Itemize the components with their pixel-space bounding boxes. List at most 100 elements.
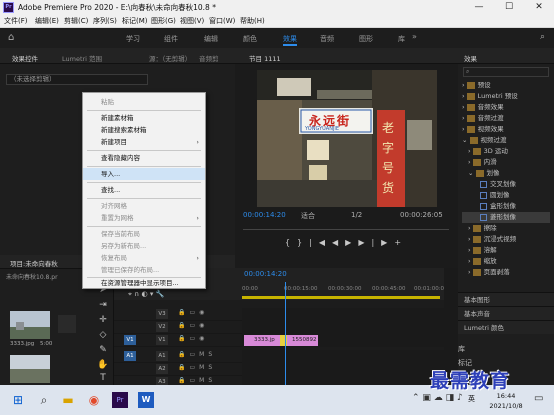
go-to-in-button[interactable]: |◀ xyxy=(309,238,332,247)
hand-tool-icon[interactable]: ✋ xyxy=(96,359,110,371)
effects-item[interactable]: › 3D 运动 xyxy=(462,146,550,157)
tab-audio-clip-mixer[interactable]: 音频剪 xyxy=(199,53,219,63)
effects-item[interactable]: › 音频过渡 xyxy=(462,113,550,124)
workspace-effects[interactable]: 效果 xyxy=(283,34,297,46)
tab-lumetri-scopes[interactable]: Lumetri 范围 xyxy=(62,53,102,63)
step-forward-button[interactable]: ▶ xyxy=(381,238,394,247)
menu-help[interactable]: 帮助(H) xyxy=(240,16,265,26)
effects-item[interactable]: › Lumetri 预设 xyxy=(462,91,550,102)
effects-item[interactable]: › 内滑 xyxy=(462,157,550,168)
work-area-bar[interactable] xyxy=(242,296,440,299)
menu-item-find[interactable]: 查找... xyxy=(83,184,205,196)
menu-sequence[interactable]: 序列(S) xyxy=(93,16,117,26)
track-label[interactable]: A2 xyxy=(156,364,168,374)
track-lane[interactable] xyxy=(242,308,444,321)
resolution-dropdown[interactable]: 1/2 xyxy=(351,211,362,219)
workspace-learn[interactable]: 学习 xyxy=(126,34,140,44)
timeline-clip[interactable]: 3333.jp xyxy=(244,335,282,346)
workspace-color[interactable]: 颜色 xyxy=(243,34,257,44)
close-button[interactable]: ✕ xyxy=(524,0,554,15)
menu-view[interactable]: 视图(V) xyxy=(180,16,204,26)
maximize-button[interactable]: ☐ xyxy=(494,0,524,15)
notification-icon[interactable]: ▭ xyxy=(534,393,543,404)
clip-thumbnail-3[interactable] xyxy=(58,315,76,333)
menu-item-new-bin[interactable]: 新建素材箱 xyxy=(83,112,205,124)
program-timecode[interactable]: 00:00:14:20 xyxy=(243,211,286,219)
menu-item-view-hidden[interactable]: 查看隐藏内容 xyxy=(83,152,205,164)
tab-source[interactable]: 源：（无剪辑） xyxy=(149,53,191,63)
menu-edit[interactable]: 编辑(E) xyxy=(35,16,59,26)
menu-item-new-item[interactable]: 新建项目 › xyxy=(83,136,205,148)
track-controls[interactable]: 🔒▭◉ xyxy=(178,322,208,329)
mark-out-button[interactable]: } xyxy=(297,238,309,247)
menu-marker[interactable]: 标记(M) xyxy=(122,16,148,26)
panel-essential-sound[interactable]: 基本声音 xyxy=(458,306,554,320)
panel-essential-graphics[interactable]: 基本图形 xyxy=(458,292,554,306)
clip-thumbnail[interactable] xyxy=(10,311,50,339)
word-icon[interactable]: W xyxy=(138,392,154,408)
snap-icon[interactable]: ⌖ ∩ ◐ ▾ 🔧 xyxy=(128,290,164,299)
pen-tool-icon[interactable]: ✎ xyxy=(96,344,110,356)
track-controls[interactable]: 🔒▭MS xyxy=(178,377,216,384)
track-controls[interactable]: 🔒▭◉ xyxy=(178,335,208,342)
track-select-tool-icon[interactable]: ⇥ xyxy=(96,299,110,311)
track-label[interactable]: V2 xyxy=(156,322,168,332)
track-label[interactable]: V3 xyxy=(156,309,168,319)
zoom-fit-dropdown[interactable]: 适合 xyxy=(301,211,315,221)
effects-item[interactable]: › 音频效果 xyxy=(462,102,550,113)
menu-clip[interactable]: 剪辑(C) xyxy=(64,16,88,26)
workspace-audio[interactable]: 音频 xyxy=(320,34,334,44)
file-explorer-icon[interactable]: ▬ xyxy=(60,392,76,408)
effects-item[interactable]: › 页面剥落 xyxy=(462,267,550,278)
go-to-out-button[interactable]: ▶| xyxy=(358,238,381,247)
type-tool-icon[interactable]: T xyxy=(96,372,110,384)
menu-item-import[interactable]: 导入... xyxy=(83,168,205,180)
track-label[interactable]: A1 xyxy=(156,351,168,361)
mark-in-button[interactable]: { xyxy=(285,238,297,247)
workspace-more-button[interactable]: » xyxy=(412,32,417,41)
search-icon[interactable]: ⌕ xyxy=(540,32,545,42)
track-lane[interactable] xyxy=(242,363,444,376)
add-button[interactable]: + xyxy=(394,238,408,247)
playhead[interactable] xyxy=(285,282,286,385)
effects-item[interactable]: › 沉浸式视频 xyxy=(462,234,550,245)
home-icon[interactable]: ⌂ xyxy=(8,32,20,44)
tab-effect-controls[interactable]: 效果控件 xyxy=(12,53,38,63)
track-lane[interactable]: 3333.jp 1550892 xyxy=(242,334,444,347)
chrome-icon[interactable]: ◉ xyxy=(86,392,102,408)
panel-lumetri-color[interactable]: Lumetri 颜色 xyxy=(458,320,554,334)
system-tray-icons[interactable]: ⌃ ▣ ☁ ◨ ♪ xyxy=(412,393,463,403)
ripple-edit-tool-icon[interactable]: ✛ xyxy=(96,314,110,326)
timeline-clip[interactable]: 1550892 xyxy=(282,335,318,346)
track-controls[interactable]: 🔒▭MS xyxy=(178,351,216,358)
play-button[interactable]: ▶ xyxy=(345,238,358,247)
source-patch[interactable]: A1 xyxy=(124,351,136,361)
effects-item[interactable]: ⌄ 视频过渡 xyxy=(462,135,550,146)
workspace-assembly[interactable]: 组件 xyxy=(164,34,178,44)
timeline-timecode[interactable]: 00:00:14:20 xyxy=(244,270,287,278)
clip-thumbnail-2[interactable] xyxy=(10,355,50,383)
effects-item[interactable]: › 视频效果 xyxy=(462,124,550,135)
track-lane[interactable] xyxy=(242,350,444,363)
time-ruler[interactable]: 00:00 00:00:15:00 00:00:30:00 00:00:45:0… xyxy=(242,286,444,296)
effects-item[interactable]: › 擦除 xyxy=(462,223,550,234)
effects-item[interactable]: 交叉划像 xyxy=(462,179,550,190)
menu-item-new-search-bin[interactable]: 新建搜索素材箱 xyxy=(83,124,205,136)
tab-program[interactable]: 节目 1111 xyxy=(249,53,281,63)
tab-effects[interactable]: 效果 xyxy=(464,53,477,63)
effects-search-input[interactable]: ⌕ xyxy=(463,67,549,77)
step-back-button[interactable]: ◀ xyxy=(332,238,345,247)
premiere-taskbar-icon[interactable]: Pr xyxy=(112,392,128,408)
minimize-button[interactable]: — xyxy=(464,0,494,15)
track-controls[interactable]: 🔒▭◉ xyxy=(178,309,208,316)
effects-item-selected[interactable]: 菱形划像 xyxy=(462,212,550,223)
workspace-graphics[interactable]: 图形 xyxy=(359,34,373,44)
menu-graphics[interactable]: 图形(G) xyxy=(151,16,176,26)
track-controls[interactable]: 🔒▭MS xyxy=(178,364,216,371)
windows-start-icon[interactable]: ⊞ xyxy=(10,392,26,408)
menu-window[interactable]: 窗口(W) xyxy=(209,16,235,26)
tab-project[interactable]: 项目:未命向春秋 xyxy=(10,258,58,268)
track-label[interactable]: V1 xyxy=(156,335,168,345)
menu-file[interactable]: 文件(F) xyxy=(4,16,28,26)
source-patch[interactable]: V1 xyxy=(124,335,136,345)
